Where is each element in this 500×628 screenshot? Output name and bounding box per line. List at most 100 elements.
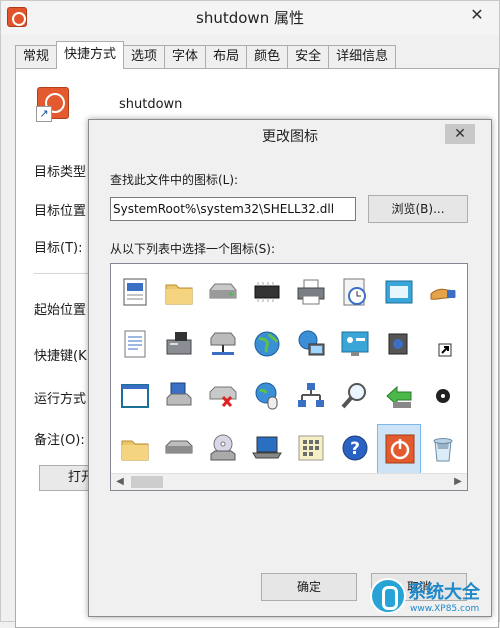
folder-icon[interactable]: [113, 424, 157, 474]
scroll-right-arrow-icon[interactable]: ▶: [451, 474, 465, 490]
tools-icon[interactable]: [465, 424, 467, 474]
drive-icon[interactable]: [201, 268, 245, 318]
globe-mouse-icon-glyph: [255, 382, 278, 410]
small-disk-icon-glyph: [436, 389, 450, 403]
tab-font[interactable]: 字体: [164, 45, 207, 69]
computer-tower-icon-glyph: [166, 332, 192, 355]
watermark-logo-icon: [370, 578, 406, 614]
scroll-left-arrow-icon[interactable]: ◀: [113, 474, 127, 490]
icon-file-path-input[interactable]: [110, 197, 356, 221]
recycle-full-icon-glyph: [433, 438, 453, 462]
monitor-icon[interactable]: [465, 372, 467, 422]
dialog-close-button[interactable]: ✕: [445, 124, 475, 144]
disk-drive-icon-glyph: [165, 440, 193, 454]
tab-colors[interactable]: 颜色: [246, 45, 289, 69]
control-panel-icon-glyph: [341, 331, 369, 356]
dialog-title: 更改图标: [262, 129, 318, 145]
watermark-url: www.XP85.com: [410, 604, 480, 614]
text-document-icon-glyph: [124, 330, 146, 358]
globe-icon-glyph: [254, 331, 280, 357]
tab-options[interactable]: 选项: [123, 45, 166, 69]
drive-remove-icon-glyph: [209, 386, 237, 407]
hotkey-label: 快捷键(K: [34, 349, 87, 364]
network-drive-icon-glyph: [210, 332, 236, 355]
folder-icon-glyph: [165, 284, 193, 305]
target-label: 目标(T):: [34, 241, 83, 256]
folder-icon[interactable]: [157, 268, 201, 318]
power-icon[interactable]: [377, 424, 421, 474]
computer-tower-icon[interactable]: [157, 320, 201, 370]
scroll-thumb[interactable]: [131, 476, 163, 488]
browse-button[interactable]: 浏览(B)...: [368, 195, 468, 223]
window-icon[interactable]: [377, 268, 421, 318]
network-drive-icon[interactable]: [201, 320, 245, 370]
shortcut-arrow-icon-glyph: [438, 343, 452, 357]
recycle-bin-icon[interactable]: [465, 268, 467, 318]
speaker-icon[interactable]: [377, 320, 421, 370]
laptop-icon[interactable]: [245, 424, 289, 474]
drive-icon-glyph: [209, 283, 237, 299]
chip-icon-glyph: [254, 282, 280, 302]
window-icon-glyph: [385, 280, 413, 304]
green-arrow-icon[interactable]: [377, 372, 421, 422]
comment-label: 备注(O):: [34, 433, 85, 448]
document-icon[interactable]: [113, 268, 157, 318]
svg-text:?: ?: [350, 439, 360, 459]
start-in-label: 起始位置: [34, 303, 87, 318]
document-icon-glyph: [123, 278, 147, 306]
shortcut-arrow-icon[interactable]: [421, 320, 465, 370]
icon-list[interactable]: ? ◀ ▶: [110, 263, 468, 491]
hand-icon[interactable]: [421, 268, 465, 318]
clock-file-icon-glyph: [343, 278, 366, 306]
ok-button[interactable]: 确定: [261, 573, 357, 601]
icon-grid: ?: [111, 264, 467, 474]
hand-icon-glyph: [430, 288, 456, 300]
grid-icon-glyph: [298, 435, 324, 461]
tab-details[interactable]: 详细信息: [328, 45, 397, 69]
laptop-icon-glyph: [252, 436, 282, 459]
tab-security[interactable]: 安全: [287, 45, 330, 69]
chip-icon[interactable]: [245, 268, 289, 318]
drive-remove-icon[interactable]: [201, 372, 245, 422]
power-icon-glyph: [385, 434, 415, 464]
window-title: shutdown 属性: [196, 9, 304, 27]
grid-icon[interactable]: [289, 424, 333, 474]
tab-layout[interactable]: 布局: [205, 45, 248, 69]
help-icon[interactable]: ?: [333, 424, 377, 474]
tab-general[interactable]: 常规: [15, 45, 58, 69]
floppy-drive-icon[interactable]: [157, 372, 201, 422]
globe-mouse-icon[interactable]: [245, 372, 289, 422]
globe-icon[interactable]: [245, 320, 289, 370]
network-icon[interactable]: [289, 372, 333, 422]
blank-window-icon[interactable]: [113, 372, 157, 422]
clock-file-icon[interactable]: [333, 268, 377, 318]
text-document-icon[interactable]: [113, 320, 157, 370]
shortcut-power-icon: [36, 87, 69, 122]
network-icon-glyph: [298, 383, 324, 407]
floppy-drive-icon-glyph: [166, 382, 192, 406]
icon-list-label: 从以下列表中选择一个图标(S):: [110, 242, 276, 256]
tab-shortcut[interactable]: 快捷方式: [56, 41, 125, 69]
folder-icon-glyph: [121, 440, 149, 461]
horizontal-scrollbar[interactable]: ◀ ▶: [111, 473, 467, 490]
shortcut-name: shutdown: [119, 97, 183, 112]
cd-drive-icon[interactable]: [201, 424, 245, 474]
blank-window-icon-glyph: [121, 384, 149, 408]
target-type-label: 目标类型: [34, 165, 87, 180]
archive-icon[interactable]: [465, 320, 467, 370]
magnifier-icon[interactable]: [333, 372, 377, 422]
separator: [34, 273, 90, 274]
globe-computer-icon-glyph: [298, 330, 325, 356]
globe-computer-icon[interactable]: [289, 320, 333, 370]
window-close-button[interactable]: ✕: [463, 3, 491, 27]
tab-bar: 常规 快捷方式 选项 字体 布局 颜色 安全 详细信息: [15, 41, 397, 69]
target-location-label: 目标位置: [34, 204, 87, 219]
green-arrow-icon-glyph: [386, 385, 412, 408]
watermark: 系统大全 www.XP85.com: [364, 572, 500, 622]
speaker-icon-glyph: [388, 333, 408, 355]
control-panel-icon[interactable]: [333, 320, 377, 370]
disk-drive-icon[interactable]: [157, 424, 201, 474]
small-disk-icon[interactable]: [421, 372, 465, 422]
printer-icon[interactable]: [289, 268, 333, 318]
recycle-full-icon[interactable]: [421, 424, 465, 474]
